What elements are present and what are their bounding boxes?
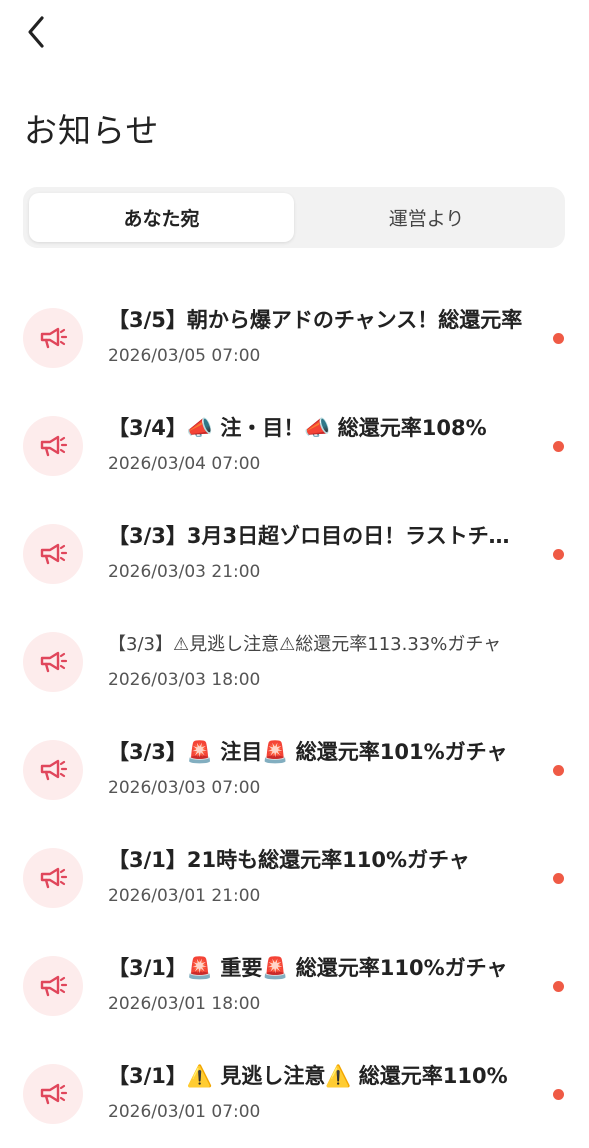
tab-bar: あなた宛 運営より xyxy=(23,187,565,248)
notification-title: 【3/1】⚠️ 見逃し注意⚠️ 総還元率110% xyxy=(108,1064,508,1088)
unread-dot xyxy=(553,765,564,776)
notification-item[interactable]: 【3/3】⚠見逃し注意⚠総還元率113.33%ガチャ 2026/03/03 18:… xyxy=(0,608,589,716)
avatar xyxy=(23,1064,83,1124)
notification-date: 2026/03/03 18:00 xyxy=(108,670,261,690)
notification-title: 【3/1】🚨 重要🚨 総還元率110%ガチャ xyxy=(108,956,508,980)
unread-dot xyxy=(553,333,564,344)
notification-title: 【3/3】🚨 注目🚨 総還元率101%ガチャ xyxy=(108,740,508,764)
avatar xyxy=(23,416,83,476)
unread-dot xyxy=(553,549,564,560)
megaphone-icon xyxy=(38,1081,68,1107)
notification-item[interactable]: 【3/5】朝から爆アドのチャンス！総還元率 2026/03/05 07:00 xyxy=(0,284,589,392)
avatar xyxy=(23,956,83,1016)
notification-item[interactable]: 【3/1】🚨 重要🚨 総還元率110%ガチャ 2026/03/01 18:00 xyxy=(0,932,589,1040)
notification-date: 2026/03/03 07:00 xyxy=(108,778,261,798)
tab-from-operator[interactable]: 運営より xyxy=(294,193,559,242)
back-button[interactable] xyxy=(18,14,54,50)
notification-item[interactable]: 【3/3】3月3日超ゾロ目の日！ラストチャンス 2026/03/03 21:00 xyxy=(0,500,589,608)
page-title: お知らせ xyxy=(24,112,160,149)
notification-date: 2026/03/05 07:00 xyxy=(108,346,261,366)
megaphone-icon xyxy=(38,541,68,567)
notification-title: 【3/1】21時も総還元率110%ガチャ xyxy=(108,848,470,872)
unread-dot xyxy=(553,441,564,452)
chevron-left-icon xyxy=(28,16,44,48)
notification-item[interactable]: 【3/4】📣 注・目！📣 総還元率108% 2026/03/04 07:00 xyxy=(0,392,589,500)
avatar xyxy=(23,848,83,908)
megaphone-icon xyxy=(38,757,68,783)
notification-title: 【3/5】朝から爆アドのチャンス！総還元率 xyxy=(108,308,523,332)
avatar xyxy=(23,308,83,368)
notification-date: 2026/03/01 21:00 xyxy=(108,886,261,906)
unread-dot xyxy=(553,873,564,884)
notification-date: 2026/03/01 07:00 xyxy=(108,1102,261,1122)
megaphone-icon xyxy=(38,973,68,999)
avatar xyxy=(23,632,83,692)
unread-dot xyxy=(553,1089,564,1100)
avatar xyxy=(23,740,83,800)
notification-item[interactable]: 【3/3】🚨 注目🚨 総還元率101%ガチャ 2026/03/03 07:00 xyxy=(0,716,589,824)
megaphone-icon xyxy=(38,865,68,891)
megaphone-icon xyxy=(38,325,68,351)
notification-date: 2026/03/04 07:00 xyxy=(108,454,261,474)
notification-list: 【3/5】朝から爆アドのチャンス！総還元率 2026/03/05 07:00 【3/… xyxy=(0,284,589,1148)
avatar xyxy=(23,524,83,584)
notification-item[interactable]: 【3/1】21時も総還元率110%ガチャ 2026/03/01 21:00 xyxy=(0,824,589,932)
notification-title: 【3/3】3月3日超ゾロ目の日！ラストチャンス xyxy=(108,524,528,548)
unread-dot xyxy=(553,981,564,992)
megaphone-icon xyxy=(38,433,68,459)
notification-date: 2026/03/01 18:00 xyxy=(108,994,261,1014)
notification-date: 2026/03/03 21:00 xyxy=(108,562,261,582)
megaphone-icon xyxy=(38,649,68,675)
tab-for-you[interactable]: あなた宛 xyxy=(29,193,294,242)
notification-item[interactable]: 【3/1】⚠️ 見逃し注意⚠️ 総還元率110% 2026/03/01 07:00 xyxy=(0,1040,589,1148)
notification-title: 【3/4】📣 注・目！📣 総還元率108% xyxy=(108,416,487,440)
notification-title: 【3/3】⚠見逃し注意⚠総還元率113.33%ガチャ xyxy=(108,634,502,655)
